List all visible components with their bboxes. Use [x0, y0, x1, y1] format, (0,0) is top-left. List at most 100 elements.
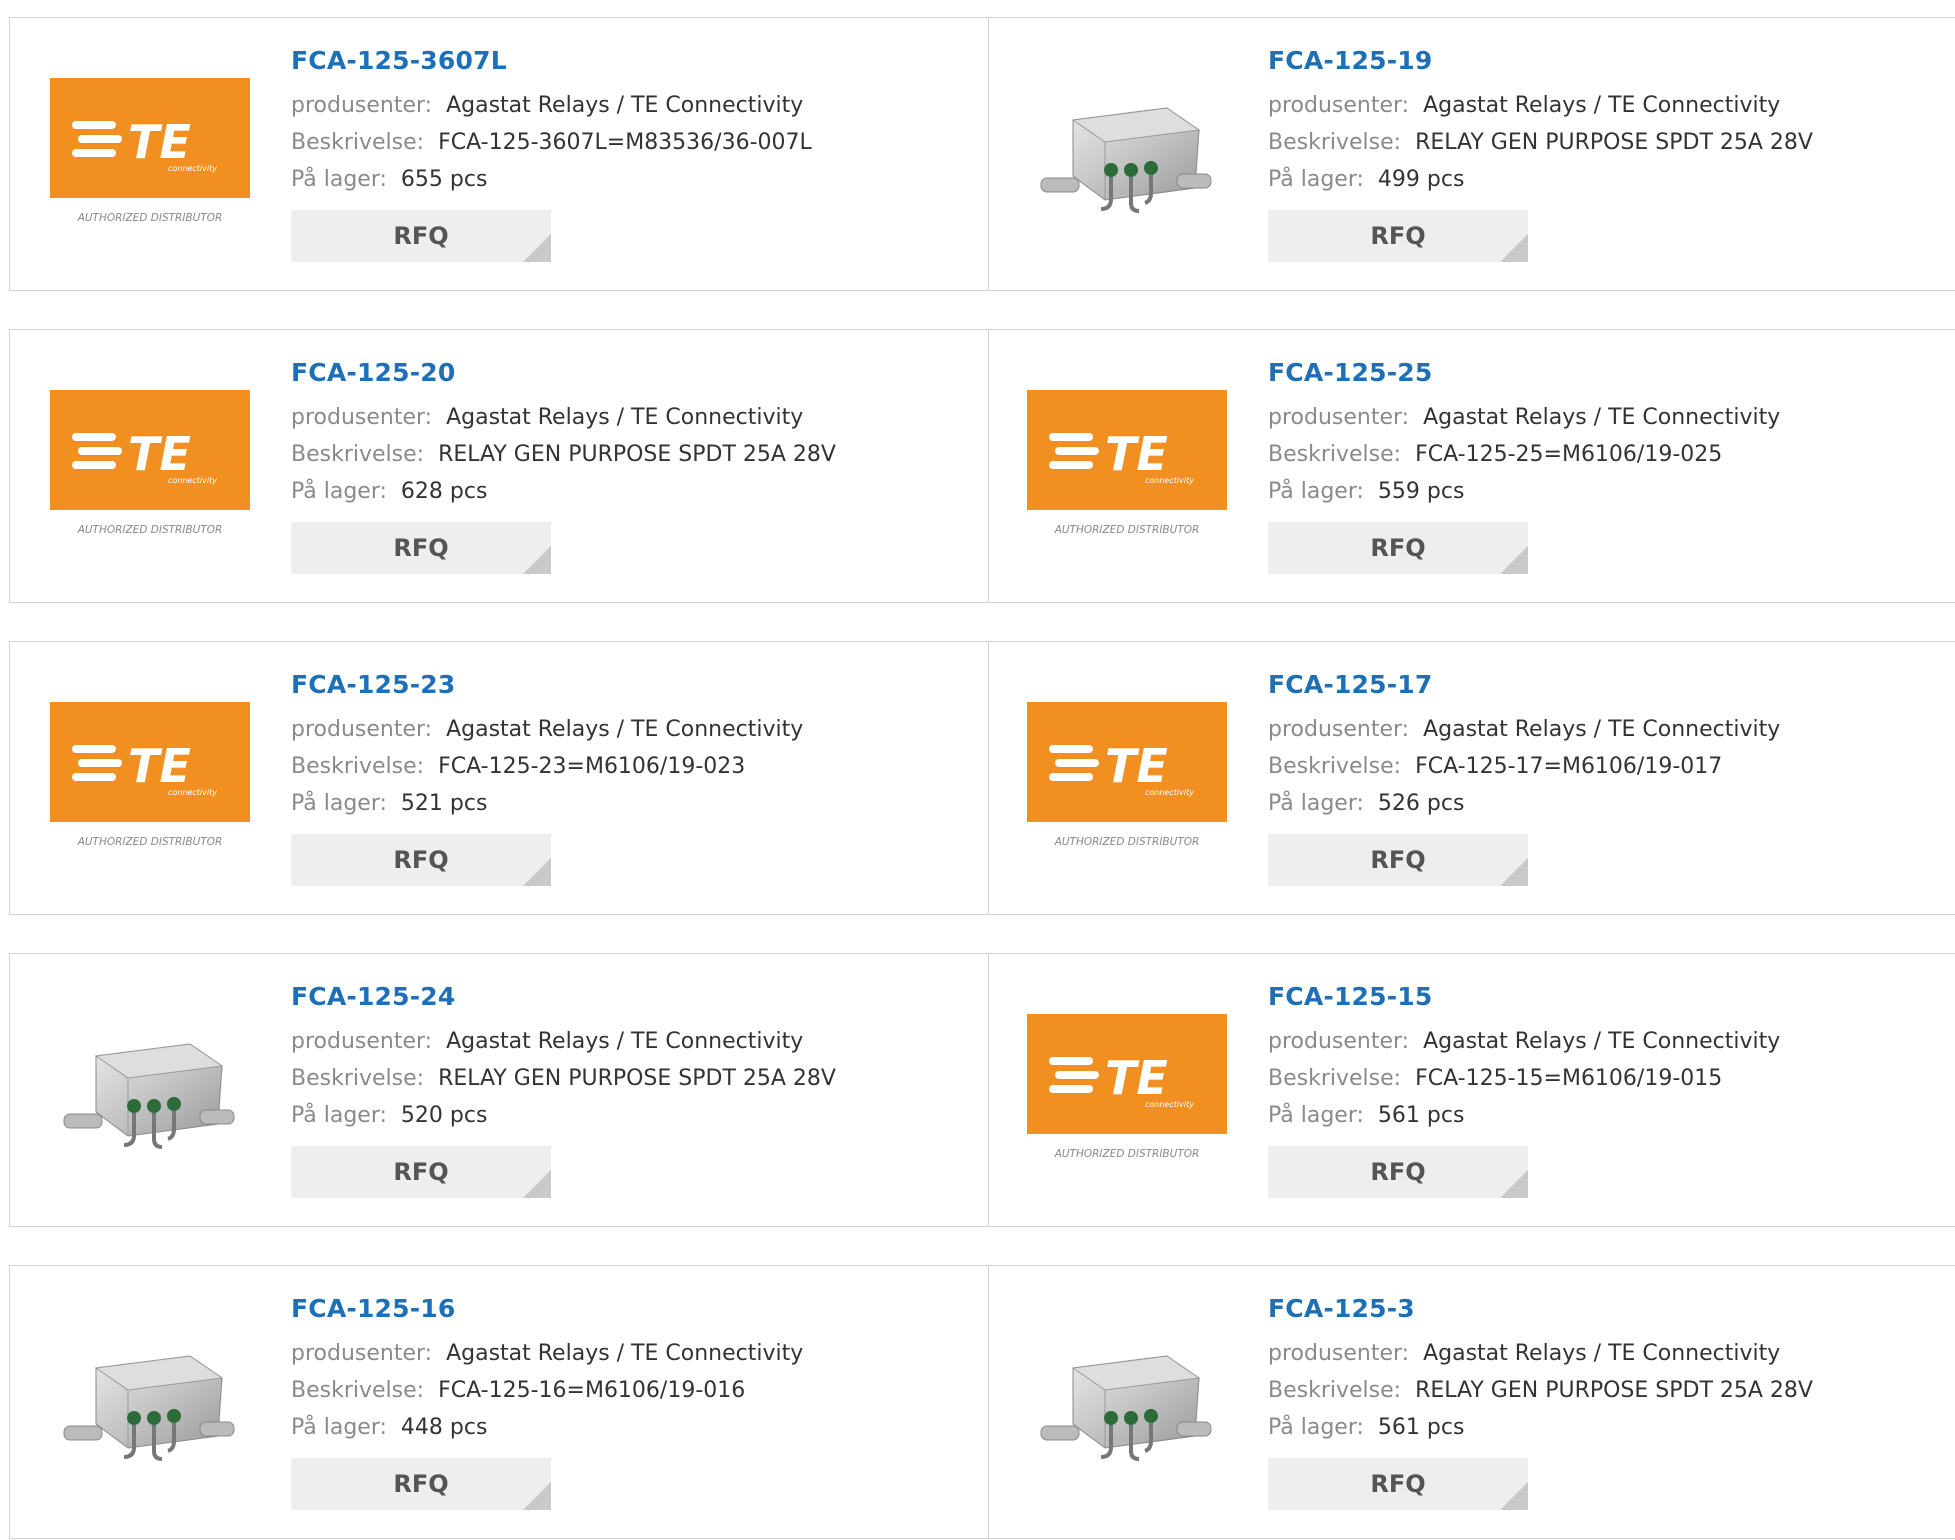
- product-row: TE connectivity AUTHORIZED DISTRIBUTOR FCA…: [9, 17, 1955, 291]
- description-label: Beskrivelse:: [1268, 442, 1402, 467]
- svg-text:AUTHORIZED DISTRIBUTOR: AUTHORIZED DISTRIBUTOR: [1054, 836, 1200, 848]
- description-value: FCA-125-17=M6106/19-017: [1415, 754, 1723, 779]
- svg-text:TE: TE: [128, 427, 191, 481]
- product-grid: TE connectivity AUTHORIZED DISTRIBUTOR FCA…: [0, 0, 1955, 1539]
- stock-line: På lager: 559 pcs: [1268, 473, 1780, 510]
- manufacturer-value: Agastat Relays / TE Connectivity: [446, 717, 804, 742]
- product-card: TE connectivity AUTHORIZED DISTRIBUTOR FCA…: [10, 18, 988, 292]
- te-logo-image[interactable]: TE connectivity AUTHORIZED DISTRIBUTOR: [50, 78, 250, 228]
- relay-product-image[interactable]: [50, 1326, 250, 1476]
- stock-label: På lager:: [1268, 1103, 1364, 1128]
- description-label: Beskrivelse:: [291, 442, 425, 467]
- product-card: FCA-125-3 produsenter: Agastat Relays / T…: [989, 1266, 1955, 1540]
- description-label: Beskrivelse:: [1268, 754, 1402, 779]
- description-value: RELAY GEN PURPOSE SPDT 25A 28V: [438, 442, 836, 467]
- rfq-button[interactable]: RFQ: [291, 522, 551, 574]
- manufacturer-label: produsenter:: [291, 93, 433, 118]
- stock-label: På lager:: [1268, 1415, 1364, 1440]
- stock-label: På lager:: [291, 167, 387, 192]
- product-info: FCA-125-25 produsenter: Agastat Relays / …: [1268, 358, 1780, 574]
- manufacturer-label: produsenter:: [1268, 1029, 1410, 1054]
- rfq-button[interactable]: RFQ: [1268, 522, 1528, 574]
- product-title-link[interactable]: FCA-125-19: [1268, 46, 1813, 75]
- description-label: Beskrivelse:: [1268, 1066, 1402, 1091]
- svg-text:TE: TE: [1105, 427, 1168, 481]
- te-logo-image[interactable]: TE connectivity AUTHORIZED DISTRIBUTOR: [1027, 390, 1227, 540]
- manufacturer-value: Agastat Relays / TE Connectivity: [1423, 717, 1781, 742]
- manufacturer-value: Agastat Relays / TE Connectivity: [1423, 405, 1781, 430]
- relay-product-image[interactable]: [50, 1014, 250, 1164]
- description-label: Beskrivelse:: [1268, 130, 1402, 155]
- product-row: FCA-125-24 produsenter: Agastat Relays / …: [9, 953, 1955, 1227]
- product-card: TE connectivity AUTHORIZED DISTRIBUTOR FCA…: [989, 954, 1955, 1228]
- relay-product-image[interactable]: [1027, 1326, 1227, 1476]
- description-label: Beskrivelse:: [291, 130, 425, 155]
- manufacturer-value: Agastat Relays / TE Connectivity: [1423, 1341, 1781, 1366]
- stock-label: På lager:: [291, 479, 387, 504]
- svg-text:connectivity: connectivity: [1145, 476, 1194, 485]
- rfq-button[interactable]: RFQ: [1268, 834, 1528, 886]
- rfq-button[interactable]: RFQ: [1268, 210, 1528, 262]
- manufacturer-label: produsenter:: [1268, 405, 1410, 430]
- manufacturer-label: produsenter:: [291, 1029, 433, 1054]
- product-info: FCA-125-17 produsenter: Agastat Relays / …: [1268, 670, 1780, 886]
- stock-line: På lager: 448 pcs: [291, 1409, 803, 1446]
- stock-value: 655 pcs: [400, 167, 488, 192]
- svg-text:connectivity: connectivity: [1145, 788, 1194, 797]
- product-info: FCA-125-15 produsenter: Agastat Relays / …: [1268, 982, 1780, 1198]
- manufacturer-label: produsenter:: [291, 717, 433, 742]
- manufacturer-value: Agastat Relays / TE Connectivity: [446, 93, 804, 118]
- product-title-link[interactable]: FCA-125-25: [1268, 358, 1780, 387]
- rfq-button[interactable]: RFQ: [1268, 1458, 1528, 1510]
- svg-text:AUTHORIZED DISTRIBUTOR: AUTHORIZED DISTRIBUTOR: [77, 212, 223, 224]
- product-card: TE connectivity AUTHORIZED DISTRIBUTOR FCA…: [10, 642, 988, 916]
- relay-product-image[interactable]: [1027, 78, 1227, 228]
- rfq-button[interactable]: RFQ: [291, 1146, 551, 1198]
- manufacturer-line: produsenter: Agastat Relays / TE Connecti…: [291, 87, 812, 124]
- stock-label: På lager:: [291, 1103, 387, 1128]
- rfq-button[interactable]: RFQ: [291, 1458, 551, 1510]
- rfq-button[interactable]: RFQ: [1268, 1146, 1528, 1198]
- te-logo-image[interactable]: TE connectivity AUTHORIZED DISTRIBUTOR: [1027, 1014, 1227, 1164]
- description-line: Beskrivelse: FCA-125-16=M6106/19-016: [291, 1372, 803, 1409]
- description-label: Beskrivelse:: [291, 1066, 425, 1091]
- description-value: FCA-125-23=M6106/19-023: [438, 754, 746, 779]
- stock-value: 628 pcs: [400, 479, 488, 504]
- stock-line: På lager: 521 pcs: [291, 785, 803, 822]
- svg-text:connectivity: connectivity: [1145, 1100, 1194, 1109]
- product-title-link[interactable]: FCA-125-20: [291, 358, 836, 387]
- stock-label: På lager:: [1268, 791, 1364, 816]
- manufacturer-line: produsenter: Agastat Relays / TE Connecti…: [1268, 1023, 1780, 1060]
- description-line: Beskrivelse: FCA-125-15=M6106/19-015: [1268, 1060, 1780, 1097]
- rfq-button[interactable]: RFQ: [291, 210, 551, 262]
- product-row: TE connectivity AUTHORIZED DISTRIBUTOR FCA…: [9, 641, 1955, 915]
- product-title-link[interactable]: FCA-125-16: [291, 1294, 803, 1323]
- stock-value: 448 pcs: [400, 1415, 488, 1440]
- description-label: Beskrivelse:: [291, 754, 425, 779]
- description-line: Beskrivelse: FCA-125-3607L=M83536/36-007L: [291, 124, 812, 161]
- product-info: FCA-125-23 produsenter: Agastat Relays / …: [291, 670, 803, 886]
- manufacturer-line: produsenter: Agastat Relays / TE Connecti…: [291, 1335, 803, 1372]
- product-title-link[interactable]: FCA-125-17: [1268, 670, 1780, 699]
- product-title-link[interactable]: FCA-125-3: [1268, 1294, 1813, 1323]
- svg-text:connectivity: connectivity: [168, 164, 217, 173]
- manufacturer-line: produsenter: Agastat Relays / TE Connecti…: [1268, 1335, 1813, 1372]
- stock-label: På lager:: [1268, 479, 1364, 504]
- rfq-button[interactable]: RFQ: [291, 834, 551, 886]
- product-title-link[interactable]: FCA-125-15: [1268, 982, 1780, 1011]
- description-value: FCA-125-15=M6106/19-015: [1415, 1066, 1723, 1091]
- product-title-link[interactable]: FCA-125-24: [291, 982, 836, 1011]
- stock-value: 561 pcs: [1377, 1415, 1465, 1440]
- stock-line: På lager: 526 pcs: [1268, 785, 1780, 822]
- manufacturer-value: Agastat Relays / TE Connectivity: [446, 405, 804, 430]
- manufacturer-label: produsenter:: [1268, 93, 1410, 118]
- product-title-link[interactable]: FCA-125-3607L: [291, 46, 812, 75]
- product-info: FCA-125-24 produsenter: Agastat Relays / …: [291, 982, 836, 1198]
- manufacturer-value: Agastat Relays / TE Connectivity: [446, 1341, 804, 1366]
- te-logo-image[interactable]: TE connectivity AUTHORIZED DISTRIBUTOR: [50, 390, 250, 540]
- te-logo-image[interactable]: TE connectivity AUTHORIZED DISTRIBUTOR: [50, 702, 250, 852]
- stock-line: På lager: 655 pcs: [291, 161, 812, 198]
- te-logo-image[interactable]: TE connectivity AUTHORIZED DISTRIBUTOR: [1027, 702, 1227, 852]
- svg-text:AUTHORIZED DISTRIBUTOR: AUTHORIZED DISTRIBUTOR: [1054, 1148, 1200, 1160]
- product-title-link[interactable]: FCA-125-23: [291, 670, 803, 699]
